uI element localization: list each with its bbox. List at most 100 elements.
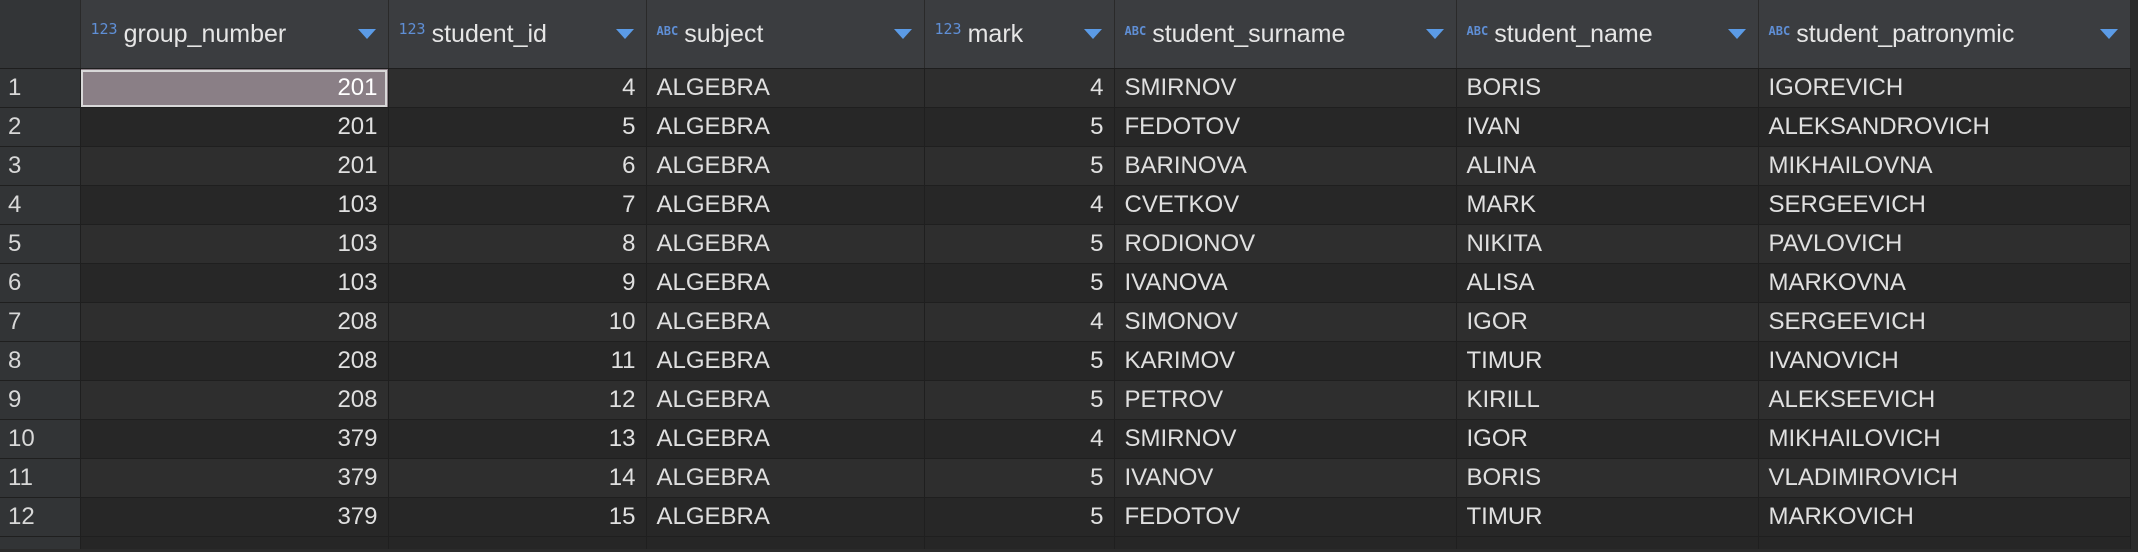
cell-student-id[interactable]: 8 [388,224,647,264]
table-row[interactable]: 5 103 8 ALGEBRA 5 RODIONOV NIKITA PAVLOV… [0,224,2131,264]
cell-student-patronymic[interactable]: SERGEEVICH [1758,185,2131,225]
cell-student-id[interactable]: 14 [388,458,647,498]
cell-mark[interactable]: 5 [924,263,1115,303]
cell-student-name[interactable]: ALINA [1456,146,1759,186]
cell-student-patronymic[interactable]: MARKOVNA [1758,263,2131,303]
cell-mark[interactable]: 5 [924,107,1115,147]
cell-student-patronymic[interactable]: MIKHAILOVNA [1758,146,2131,186]
cell-mark[interactable]: 4 [924,419,1115,459]
cell-group-number[interactable]: 201 [80,146,389,186]
row-number-header[interactable] [0,0,81,69]
row-number[interactable]: 12 [0,497,81,537]
row-number[interactable]: 2 [0,107,81,147]
cell-subject[interactable]: ALGEBRA [646,419,925,459]
cell-student-name[interactable]: KIRILL [1456,380,1759,420]
sort-dropdown-icon[interactable] [2099,29,2118,39]
cell-group-number[interactable]: 103 [80,185,389,225]
cell-subject[interactable]: ALGEBRA [646,302,925,342]
cell-student-surname[interactable]: FEDOTOV [1114,107,1457,147]
cell-group-number[interactable]: 201 [80,68,389,108]
row-number[interactable]: 4 [0,185,81,225]
row-number[interactable]: 8 [0,341,81,381]
table-row[interactable]: 12 379 15 ALGEBRA 5 FEDOTOV TIMUR MARKOV… [0,497,2131,537]
row-number[interactable]: 3 [0,146,81,186]
cell-student-surname[interactable]: SMIRNOV [1114,68,1457,108]
cell-student-id[interactable]: 10 [388,302,647,342]
cell-student-surname[interactable]: IVANOV [1114,458,1457,498]
row-number[interactable]: 7 [0,302,81,342]
table-row[interactable]: 4 103 7 ALGEBRA 4 CVETKOV MARK SERGEEVIC… [0,185,2131,225]
cell-mark[interactable]: 4 [924,68,1115,108]
cell-group-number[interactable]: 379 [80,497,389,537]
cell-student-id[interactable]: 12 [388,380,647,420]
cell-student-name[interactable]: BORIS [1456,68,1759,108]
cell-group-number[interactable]: 208 [80,302,389,342]
cell-student-surname[interactable]: CVETKOV [1114,185,1457,225]
cell-student-name[interactable]: BORIS [1456,458,1759,498]
cell-mark[interactable]: 4 [924,302,1115,342]
cell-group-number[interactable]: 103 [80,263,389,303]
cell-student-patronymic[interactable]: VLADIMIROVICH [1758,458,2131,498]
cell-student-name[interactable]: IGOR [1456,302,1759,342]
cell-student-id[interactable]: 7 [388,185,647,225]
sort-dropdown-icon[interactable] [1727,29,1746,39]
cell-student-name[interactable]: NIKITA [1456,224,1759,264]
table-row[interactable]: 3 201 6 ALGEBRA 5 BARINOVA ALINA MIKHAIL… [0,146,2131,186]
column-header-subject[interactable]: ABC subject [646,0,925,69]
table-row[interactable]: 10 379 13 ALGEBRA 4 SMIRNOV IGOR MIKHAIL… [0,419,2131,459]
cell-group-number[interactable]: 201 [80,107,389,147]
cell-subject[interactable]: ALGEBRA [646,185,925,225]
row-number[interactable]: 1 [0,68,81,108]
cell-student-surname[interactable]: FEDOTOV [1114,497,1457,537]
cell-student-surname[interactable]: KARIMOV [1114,341,1457,381]
cell-student-surname[interactable]: IVANOVA [1114,263,1457,303]
cell-student-patronymic[interactable]: ALEKSANDROVICH [1758,107,2131,147]
cell-subject[interactable]: ALGEBRA [646,68,925,108]
column-header-student-id[interactable]: 123 student_id [388,0,647,69]
column-header-student-patronymic[interactable]: ABC student_patronymic [1758,0,2131,69]
cell-student-id[interactable]: 4 [388,68,647,108]
cell-mark[interactable]: 5 [924,458,1115,498]
table-row[interactable]: 7 208 10 ALGEBRA 4 SIMONOV IGOR SERGEEVI… [0,302,2131,342]
cell-student-name[interactable]: ALISA [1456,263,1759,303]
cell-student-patronymic[interactable]: SERGEEVICH [1758,302,2131,342]
cell-student-patronymic[interactable]: MARKOVICH [1758,497,2131,537]
cell-student-id[interactable]: 13 [388,419,647,459]
sort-dropdown-icon[interactable] [1425,29,1444,39]
cell-group-number[interactable]: 379 [80,458,389,498]
sort-dropdown-icon[interactable] [1083,29,1102,39]
cell-student-id[interactable]: 15 [388,497,647,537]
cell-student-surname[interactable]: PETROV [1114,380,1457,420]
cell-mark[interactable]: 5 [924,224,1115,264]
column-header-student-name[interactable]: ABC student_name [1456,0,1759,69]
cell-subject[interactable]: ALGEBRA [646,224,925,264]
column-header-mark[interactable]: 123 mark [924,0,1115,69]
cell-student-id[interactable]: 9 [388,263,647,303]
cell-mark[interactable]: 5 [924,341,1115,381]
cell-subject[interactable]: ALGEBRA [646,146,925,186]
cell-student-patronymic[interactable]: IGOREVICH [1758,68,2131,108]
cell-subject[interactable]: ALGEBRA [646,341,925,381]
column-header-group-number[interactable]: 123 group_number [80,0,389,69]
cell-student-patronymic[interactable]: ALEKSEEVICH [1758,380,2131,420]
table-row[interactable]: 6 103 9 ALGEBRA 5 IVANOVA ALISA MARKOVNA [0,263,2131,303]
cell-subject[interactable]: ALGEBRA [646,263,925,303]
cell-student-patronymic[interactable]: MIKHAILOVICH [1758,419,2131,459]
cell-student-name[interactable]: TIMUR [1456,497,1759,537]
cell-group-number[interactable]: 208 [80,341,389,381]
cell-mark[interactable]: 5 [924,497,1115,537]
cell-student-patronymic[interactable]: IVANOVICH [1758,341,2131,381]
table-row[interactable]: 8 208 11 ALGEBRA 5 KARIMOV TIMUR IVANOVI… [0,341,2131,381]
cell-group-number[interactable]: 379 [80,419,389,459]
cell-student-name[interactable]: IGOR [1456,419,1759,459]
cell-student-surname[interactable]: SIMONOV [1114,302,1457,342]
row-number[interactable]: 6 [0,263,81,303]
cell-mark[interactable]: 4 [924,185,1115,225]
cell-subject[interactable]: ALGEBRA [646,107,925,147]
cell-student-id[interactable]: 5 [388,107,647,147]
sort-dropdown-icon[interactable] [893,29,912,39]
sort-dropdown-icon[interactable] [357,29,376,39]
cell-subject[interactable]: ALGEBRA [646,380,925,420]
row-number[interactable]: 5 [0,224,81,264]
table-row[interactable]: 9 208 12 ALGEBRA 5 PETROV KIRILL ALEKSEE… [0,380,2131,420]
